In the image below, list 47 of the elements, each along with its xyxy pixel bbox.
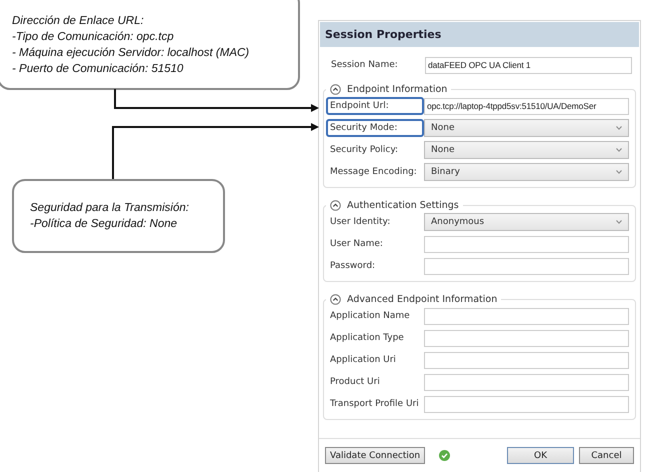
- caret-icon: [616, 148, 622, 152]
- field-label: User Name:: [329, 238, 384, 251]
- callout-text: Dirección de Enlace URL:: [12, 15, 145, 27]
- field-label: Transport Profile Uri: [329, 398, 420, 411]
- input-field[interactable]: [424, 330, 629, 346]
- input-field[interactable]: dataFEED OPC UA Client 1: [425, 56, 632, 74]
- input-field[interactable]: [424, 258, 629, 274]
- field-label: Password:: [329, 260, 376, 273]
- group-title: Authentication Settings: [347, 200, 459, 211]
- field-label: Application Name: [329, 310, 411, 323]
- field-label: Application Uri: [329, 354, 397, 367]
- field-label: Message Encoding:: [329, 166, 418, 179]
- dropdown[interactable]: None: [424, 119, 629, 137]
- dialog-button[interactable]: OK: [507, 447, 574, 464]
- callout-text: -Política de Seguridad: None: [30, 218, 178, 230]
- group-title: Advanced Endpoint Information: [347, 294, 498, 305]
- input-field[interactable]: [424, 374, 629, 390]
- field-label: User Identity:: [329, 216, 392, 229]
- dropdown[interactable]: Binary: [424, 163, 629, 181]
- dropdown[interactable]: None: [424, 141, 629, 159]
- collapse-icon[interactable]: [330, 200, 341, 211]
- caret-icon: [616, 220, 622, 224]
- input-field[interactable]: opc.tcp://laptop-4tppd5sv:51510/UA/DemoSer: [424, 98, 629, 114]
- input-field[interactable]: [424, 396, 629, 412]
- field-label: Endpoint Url:: [326, 97, 424, 115]
- caret-icon: [616, 126, 622, 130]
- dialog-title: Session Properties: [320, 22, 639, 47]
- group-title: Endpoint Information: [347, 84, 448, 95]
- check-icon: [439, 450, 450, 461]
- callout-text: - Máquina ejecución Servidor: localhost (MAC): [12, 47, 250, 59]
- field-label: Application Type: [329, 332, 405, 345]
- collapse-icon[interactable]: [330, 84, 341, 95]
- input-field[interactable]: [424, 236, 629, 252]
- callout-text: -Tipo de Comunicación: opc.tcp: [12, 31, 175, 43]
- field-label: Security Mode:: [326, 119, 424, 137]
- callout-text: Seguridad para la Transmisión:: [30, 202, 190, 214]
- field-label: Security Policy:: [329, 144, 400, 157]
- callout-text: - Puerto de Comunicación: 51510: [12, 63, 184, 75]
- input-field[interactable]: [424, 352, 629, 368]
- validate-button[interactable]: Validate Connection: [325, 447, 426, 464]
- field-label: Product Uri: [329, 376, 381, 389]
- field-label: Session Name:: [330, 59, 399, 72]
- caret-icon: [616, 170, 622, 174]
- collapse-icon[interactable]: [330, 294, 341, 305]
- dropdown[interactable]: Anonymous: [424, 213, 629, 231]
- input-field[interactable]: [424, 308, 629, 324]
- dialog-button[interactable]: Cancel: [579, 447, 634, 464]
